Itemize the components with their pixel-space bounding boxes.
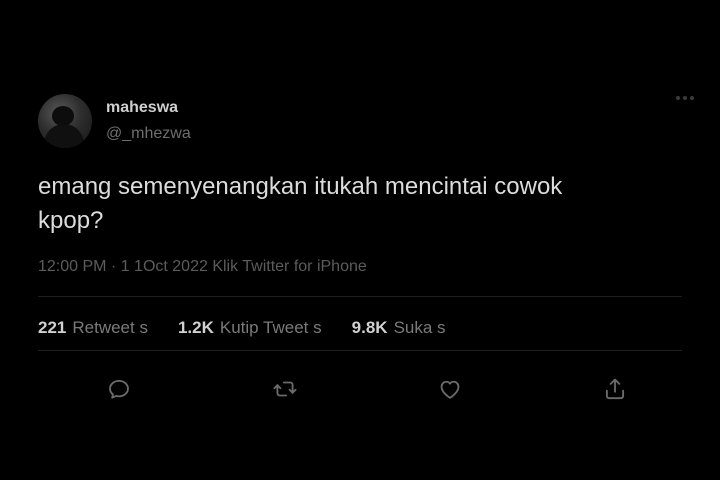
action-bar [0,372,720,406]
more-dot [690,96,694,100]
stat-label: Retweet s [72,318,148,337]
tweet-stats: 221 Retweet s 1.2K Kutip Tweet s 9.8K Suka … [38,318,476,338]
tweet-card: maheswa @_mhezwa emang semenyenangkan it… [0,0,720,480]
tweet-text: emang semenyenangkan itukah mencintai co… [38,173,563,234]
stat-count: 9.8K [351,318,388,337]
share-icon [605,378,625,400]
avatar[interactable] [38,94,92,148]
stat-label: Kutip Tweet s [219,318,322,337]
user-handle[interactable]: @_mhezwa [106,124,191,144]
stat-likes[interactable]: 9.8K Suka s [352,318,446,338]
retweet-icon [273,381,297,397]
stat-label: Suka s [393,318,446,337]
heart-icon [440,380,460,399]
reply-button[interactable] [102,372,136,406]
more-dot [683,96,687,100]
tweet-header: maheswa @_mhezwa [38,94,191,148]
display-name[interactable]: maheswa [106,98,191,118]
stat-retweets[interactable]: 221 Retweet s [38,318,148,338]
like-button[interactable] [433,372,467,406]
share-button[interactable] [598,372,632,406]
stat-count: 221 [38,318,67,337]
divider [38,350,682,351]
stat-count: 1.2K [177,318,214,337]
tweet-meta[interactable]: 12:00 PM · 1 1Oct 2022 Klik Twitter for … [38,258,367,276]
retweet-button[interactable] [268,372,302,406]
reply-icon [109,379,129,399]
more-options-icon[interactable] [676,96,694,100]
stat-quote-tweets[interactable]: 1.2K Kutip Tweet s [178,318,322,338]
user-names: maheswa @_mhezwa [106,98,191,144]
more-dot [676,96,680,100]
divider [38,296,682,297]
